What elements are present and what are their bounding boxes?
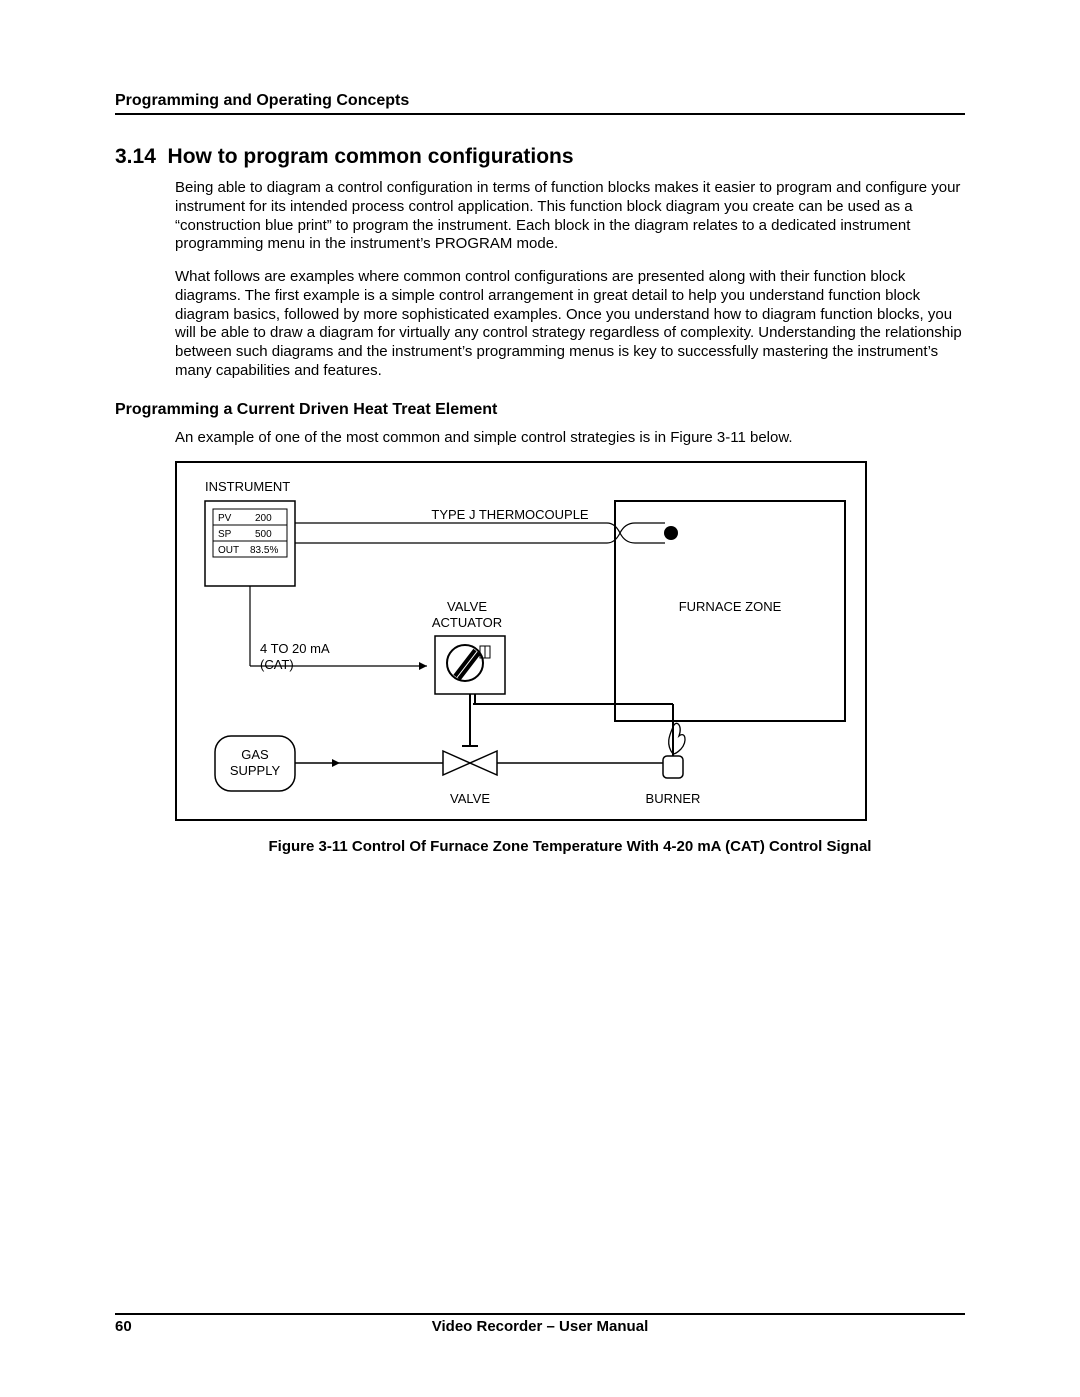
body-paragraph-2: What follows are examples where common c…: [175, 268, 965, 381]
subsection-title: Programming a Current Driven Heat Treat …: [115, 401, 965, 419]
svg-text:SP: SP: [218, 529, 232, 540]
furnace-label: FURNACE ZONE: [679, 599, 782, 614]
section-number: 3.14: [115, 145, 156, 168]
figure-3-11: INSTRUMENT PV 200 SP 500 OUT 83.5% FURNA…: [175, 461, 965, 855]
pv-value: 200: [255, 513, 272, 524]
out-label: OUT: [218, 545, 239, 556]
page-header: Programming and Operating Concepts: [115, 92, 965, 115]
footer-rule: [115, 1313, 965, 1315]
page-footer: 60 Video Recorder – User Manual .: [115, 1310, 965, 1335]
sp-value: 500: [255, 529, 272, 540]
footer-title: Video Recorder – User Manual: [115, 1318, 965, 1335]
signal-label-2: (CAT): [260, 657, 294, 672]
valve-actuator-label1: VALVE: [447, 599, 487, 614]
burner-label: BURNER: [646, 791, 701, 806]
svg-text:PV: PV: [218, 513, 232, 524]
control-diagram: INSTRUMENT PV 200 SP 500 OUT 83.5% FURNA…: [175, 461, 867, 821]
signal-label-1: 4 TO 20 mA: [260, 641, 330, 656]
header-rule: [115, 113, 965, 115]
sp-label: SP: [218, 529, 232, 540]
svg-text:83.5%: 83.5%: [250, 545, 278, 556]
body-paragraph-1: Being able to diagram a control configur…: [175, 179, 965, 254]
section-title: 3.14 How to program common configuration…: [115, 145, 965, 169]
gas-label-1: GAS: [241, 747, 269, 762]
svg-text:OUT: OUT: [218, 545, 239, 556]
svg-text:4 TO 20 mA: 4 TO 20 mA: [260, 641, 330, 656]
section-label: Programming and Operating Concepts: [115, 92, 409, 109]
thermocouple-label: TYPE J THERMOCOUPLE: [431, 507, 589, 522]
gas-label-2: SUPPLY: [230, 763, 281, 778]
svg-text:500: 500: [255, 529, 272, 540]
svg-text:200: 200: [255, 513, 272, 524]
pv-label: PV: [218, 513, 232, 524]
figure-caption: Figure 3-11 Control Of Furnace Zone Temp…: [175, 838, 965, 855]
valve-actuator-label2: ACTUATOR: [432, 615, 502, 630]
out-value: 83.5%: [250, 545, 278, 556]
subsection-intro: An example of one of the most common and…: [175, 429, 965, 448]
instrument-label: INSTRUMENT: [205, 479, 290, 494]
section-title-text: How to program common configurations: [168, 145, 574, 168]
valve-label: VALVE: [450, 791, 490, 806]
